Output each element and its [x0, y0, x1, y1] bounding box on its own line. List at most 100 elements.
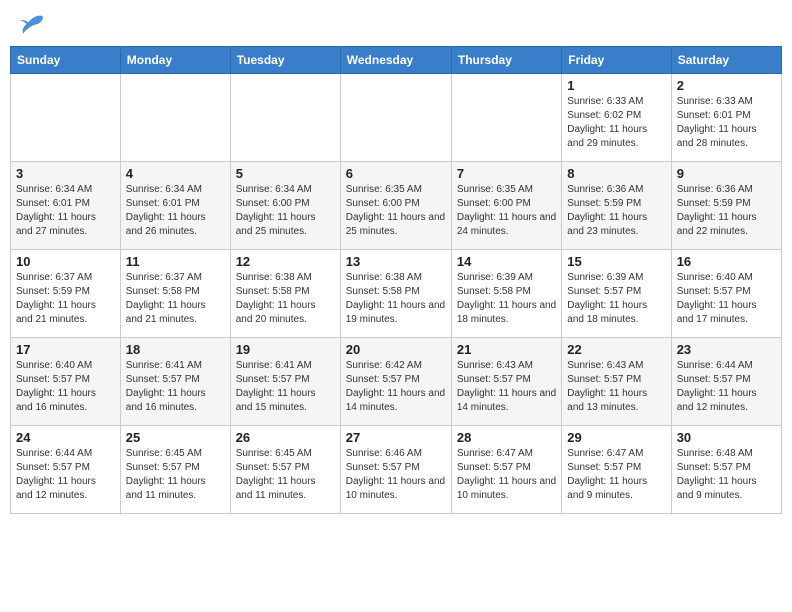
- day-info: Sunrise: 6:47 AMSunset: 5:57 PMDaylight:…: [457, 447, 556, 503]
- day-number: 28: [457, 430, 556, 445]
- calendar-cell: 23 Sunrise: 6:44 AMSunset: 5:57 PMDayligh…: [671, 338, 781, 426]
- calendar-week-row: 24Sunrise: 6:44 AMSunset: 5:57 PMDayligh…: [11, 426, 782, 514]
- calendar-week-row: 10 Sunrise: 6:37 AMSunset: 5:59 PMDayligh…: [11, 250, 782, 338]
- calendar-cell: 15 Sunrise: 6:39 AMSunset: 5:57 PMDayligh…: [562, 250, 671, 338]
- column-header-thursday: Thursday: [451, 47, 561, 74]
- day-number: 14: [457, 254, 556, 269]
- calendar-cell: 5 Sunrise: 6:34 AMSunset: 6:00 PMDaylight…: [230, 162, 340, 250]
- day-info: Sunrise: 6:36 AMSunset: 5:59 PMDaylight:…: [567, 183, 665, 239]
- day-info: Sunrise: 6:37 AMSunset: 5:59 PMDaylight:…: [16, 271, 115, 327]
- day-info: Sunrise: 6:36 AMSunset: 5:59 PMDaylight:…: [677, 183, 776, 239]
- calendar-cell: [340, 74, 451, 162]
- calendar-cell: 19 Sunrise: 6:41 AMSunset: 5:57 PMDayligh…: [230, 338, 340, 426]
- day-number: 22: [567, 342, 665, 357]
- day-number: 18: [126, 342, 225, 357]
- day-info: Sunrise: 6:37 AMSunset: 5:58 PMDaylight:…: [126, 271, 225, 327]
- day-info: Sunrise: 6:41 AMSunset: 5:57 PMDaylight:…: [126, 359, 225, 415]
- day-number: 19: [236, 342, 335, 357]
- day-info: Sunrise: 6:35 AMSunset: 6:00 PMDaylight:…: [346, 183, 446, 239]
- day-number: 15: [567, 254, 665, 269]
- day-number: 11: [126, 254, 225, 269]
- calendar-cell: 7Sunrise: 6:35 AMSunset: 6:00 PMDaylight…: [451, 162, 561, 250]
- day-number: 3: [16, 166, 115, 181]
- day-number: 20: [346, 342, 446, 357]
- day-info: Sunrise: 6:43 AMSunset: 5:57 PMDaylight:…: [567, 359, 665, 415]
- calendar-cell: 3 Sunrise: 6:34 AMSunset: 6:01 PMDaylight…: [11, 162, 121, 250]
- calendar-cell: 14 Sunrise: 6:39 AMSunset: 5:58 PMDayligh…: [451, 250, 561, 338]
- day-number: 1: [567, 78, 665, 93]
- day-info: Sunrise: 6:47 AMSunset: 5:57 PMDaylight:…: [567, 447, 665, 503]
- column-header-friday: Friday: [562, 47, 671, 74]
- day-info: Sunrise: 6:33 AMSunset: 6:01 PMDaylight:…: [677, 95, 776, 151]
- calendar-cell: 24Sunrise: 6:44 AMSunset: 5:57 PMDayligh…: [11, 426, 121, 514]
- day-number: 26: [236, 430, 335, 445]
- day-info: Sunrise: 6:45 AMSunset: 5:57 PMDaylight:…: [236, 447, 335, 503]
- calendar-cell: 4Sunrise: 6:34 AMSunset: 6:01 PMDaylight…: [120, 162, 230, 250]
- calendar-cell: [120, 74, 230, 162]
- calendar-cell: [230, 74, 340, 162]
- day-info: Sunrise: 6:38 AMSunset: 5:58 PMDaylight:…: [236, 271, 335, 327]
- calendar-cell: 30Sunrise: 6:48 AMSunset: 5:57 PMDayligh…: [671, 426, 781, 514]
- calendar-cell: 17 Sunrise: 6:40 AMSunset: 5:57 PMDayligh…: [11, 338, 121, 426]
- logo-bird-icon: [20, 14, 44, 34]
- day-info: Sunrise: 6:40 AMSunset: 5:57 PMDaylight:…: [16, 359, 115, 415]
- calendar-cell: 27 Sunrise: 6:46 AMSunset: 5:57 PMDayligh…: [340, 426, 451, 514]
- calendar-cell: 11 Sunrise: 6:37 AMSunset: 5:58 PMDayligh…: [120, 250, 230, 338]
- calendar-table: SundayMondayTuesdayWednesdayThursdayFrid…: [10, 46, 782, 514]
- day-number: 2: [677, 78, 776, 93]
- calendar-cell: 25 Sunrise: 6:45 AMSunset: 5:57 PMDayligh…: [120, 426, 230, 514]
- day-info: Sunrise: 6:44 AMSunset: 5:57 PMDaylight:…: [16, 447, 115, 503]
- day-info: Sunrise: 6:39 AMSunset: 5:57 PMDaylight:…: [567, 271, 665, 327]
- day-number: 10: [16, 254, 115, 269]
- day-number: 9: [677, 166, 776, 181]
- calendar-cell: 21 Sunrise: 6:43 AMSunset: 5:57 PMDayligh…: [451, 338, 561, 426]
- column-header-monday: Monday: [120, 47, 230, 74]
- day-info: Sunrise: 6:34 AMSunset: 6:00 PMDaylight:…: [236, 183, 335, 239]
- calendar-cell: 18 Sunrise: 6:41 AMSunset: 5:57 PMDayligh…: [120, 338, 230, 426]
- column-header-tuesday: Tuesday: [230, 47, 340, 74]
- day-number: 6: [346, 166, 446, 181]
- logo: [18, 14, 44, 34]
- day-number: 13: [346, 254, 446, 269]
- day-number: 29: [567, 430, 665, 445]
- day-info: Sunrise: 6:41 AMSunset: 5:57 PMDaylight:…: [236, 359, 335, 415]
- column-header-sunday: Sunday: [11, 47, 121, 74]
- day-number: 17: [16, 342, 115, 357]
- calendar-cell: 26 Sunrise: 6:45 AMSunset: 5:57 PMDayligh…: [230, 426, 340, 514]
- calendar-cell: 29 Sunrise: 6:47 AMSunset: 5:57 PMDayligh…: [562, 426, 671, 514]
- day-info: Sunrise: 6:38 AMSunset: 5:58 PMDaylight:…: [346, 271, 446, 327]
- day-info: Sunrise: 6:44 AMSunset: 5:57 PMDaylight:…: [677, 359, 776, 415]
- day-info: Sunrise: 6:34 AMSunset: 6:01 PMDaylight:…: [16, 183, 115, 239]
- calendar-cell: 16 Sunrise: 6:40 AMSunset: 5:57 PMDayligh…: [671, 250, 781, 338]
- calendar-week-row: 17 Sunrise: 6:40 AMSunset: 5:57 PMDayligh…: [11, 338, 782, 426]
- day-number: 8: [567, 166, 665, 181]
- day-info: Sunrise: 6:46 AMSunset: 5:57 PMDaylight:…: [346, 447, 446, 503]
- calendar-cell: 8 Sunrise: 6:36 AMSunset: 5:59 PMDaylight…: [562, 162, 671, 250]
- calendar-cell: 6 Sunrise: 6:35 AMSunset: 6:00 PMDaylight…: [340, 162, 451, 250]
- calendar-cell: 22 Sunrise: 6:43 AMSunset: 5:57 PMDayligh…: [562, 338, 671, 426]
- calendar-cell: [451, 74, 561, 162]
- day-number: 27: [346, 430, 446, 445]
- calendar-cell: 10 Sunrise: 6:37 AMSunset: 5:59 PMDayligh…: [11, 250, 121, 338]
- day-info: Sunrise: 6:39 AMSunset: 5:58 PMDaylight:…: [457, 271, 556, 327]
- day-info: Sunrise: 6:45 AMSunset: 5:57 PMDaylight:…: [126, 447, 225, 503]
- day-info: Sunrise: 6:42 AMSunset: 5:57 PMDaylight:…: [346, 359, 446, 415]
- day-number: 7: [457, 166, 556, 181]
- calendar-cell: 2 Sunrise: 6:33 AMSunset: 6:01 PMDaylight…: [671, 74, 781, 162]
- day-number: 23: [677, 342, 776, 357]
- day-info: Sunrise: 6:43 AMSunset: 5:57 PMDaylight:…: [457, 359, 556, 415]
- calendar-cell: 20 Sunrise: 6:42 AMSunset: 5:57 PMDayligh…: [340, 338, 451, 426]
- day-number: 25: [126, 430, 225, 445]
- day-number: 4: [126, 166, 225, 181]
- calendar-cell: 28 Sunrise: 6:47 AMSunset: 5:57 PMDayligh…: [451, 426, 561, 514]
- page-header: [10, 10, 782, 38]
- day-number: 5: [236, 166, 335, 181]
- calendar-cell: 13 Sunrise: 6:38 AMSunset: 5:58 PMDayligh…: [340, 250, 451, 338]
- day-info: Sunrise: 6:40 AMSunset: 5:57 PMDaylight:…: [677, 271, 776, 327]
- calendar-cell: [11, 74, 121, 162]
- day-number: 21: [457, 342, 556, 357]
- day-number: 16: [677, 254, 776, 269]
- column-header-wednesday: Wednesday: [340, 47, 451, 74]
- calendar-cell: 12Sunrise: 6:38 AMSunset: 5:58 PMDayligh…: [230, 250, 340, 338]
- calendar-week-row: 1Sunrise: 6:33 AMSunset: 6:02 PMDaylight…: [11, 74, 782, 162]
